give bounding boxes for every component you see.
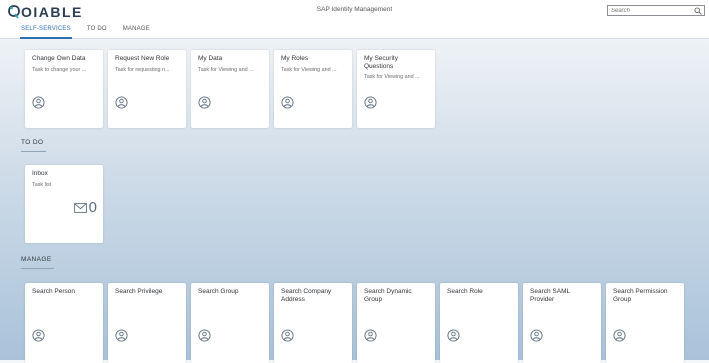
tile-title: My Roles: [281, 55, 309, 62]
tile-title: Search Privilege: [115, 288, 163, 295]
tile-search-role[interactable]: Search Role: [440, 283, 518, 363]
tile-title: Change Own Data: [32, 55, 86, 62]
person-icon: [364, 329, 377, 342]
tile-subtitle: Task for Viewing and ...: [198, 67, 254, 73]
tile-title: Request New Role: [115, 55, 170, 62]
tile-title: Search Company Address: [281, 288, 332, 303]
tile-my-roles[interactable]: My Roles Task for Viewing and ...: [274, 50, 352, 128]
tile-search-permission-group[interactable]: Search Permission Group: [606, 283, 684, 363]
section-divider: [21, 151, 46, 152]
search-input[interactable]: [611, 6, 691, 15]
person-icon: [364, 96, 377, 109]
tile-subtitle: Task for requesting n...: [115, 67, 170, 73]
tab-self-services[interactable]: SELF-SERVICES: [20, 24, 72, 39]
tile-request-new-role[interactable]: Request New Role Task for requesting n..…: [108, 50, 186, 128]
tile-title: Inbox: [32, 170, 48, 177]
person-icon: [198, 96, 211, 109]
tile-search-group[interactable]: Search Group: [191, 283, 269, 363]
tab-manage[interactable]: MANAGE: [122, 24, 151, 37]
person-icon: [198, 329, 211, 342]
tile-my-data[interactable]: My Data Task for Viewing and ...: [191, 50, 269, 128]
inbox-count-group: 0: [73, 199, 97, 216]
tile-title: Search Dynamic Group: [364, 288, 412, 303]
tile-subtitle: Task for Viewing and ...: [281, 67, 337, 73]
search-box[interactable]: [607, 5, 705, 16]
tile-title: Search Permission Group: [613, 288, 668, 303]
tile-title: My Security Questions: [364, 55, 398, 70]
person-icon: [32, 329, 45, 342]
tile-search-person[interactable]: Search Person: [25, 283, 103, 363]
tile-title: Search SAML Provider: [530, 288, 570, 303]
tile-my-security-questions[interactable]: My Security Questions Task for Viewing a…: [357, 50, 435, 128]
section-divider: [21, 268, 54, 269]
person-icon: [530, 329, 543, 342]
tile-inbox[interactable]: Inbox Task list 0: [25, 165, 103, 243]
tile-search-saml-provider[interactable]: Search SAML Provider: [523, 283, 601, 363]
tile-title: Search Person: [32, 288, 75, 295]
envelope-icon: [73, 202, 87, 213]
shell-header: OIABLE SAP Identity Management SELF-SERV…: [0, 0, 709, 39]
tile-search-company-address[interactable]: Search Company Address: [274, 283, 352, 363]
tile-title: My Data: [198, 55, 223, 62]
tile-search-dynamic-group[interactable]: Search Dynamic Group: [357, 283, 435, 363]
person-icon: [447, 329, 460, 342]
tile-subtitle: Task for Viewing and ...: [364, 74, 420, 80]
tile-title: Search Role: [447, 288, 483, 295]
person-icon: [613, 329, 626, 342]
person-icon: [32, 96, 45, 109]
tile-subtitle: Task to change your ...: [32, 67, 87, 73]
tile-search-privilege[interactable]: Search Privilege: [108, 283, 186, 363]
section-title-manage: MANAGE: [21, 256, 52, 263]
tab-to-do[interactable]: TO DO: [86, 24, 108, 37]
tile-subtitle: Task list: [32, 182, 52, 188]
person-icon: [115, 329, 128, 342]
search-icon[interactable]: [694, 7, 702, 15]
person-icon: [281, 329, 294, 342]
section-title-to-do: TO DO: [21, 139, 44, 146]
app-title: SAP Identity Management: [316, 6, 393, 13]
tile-title: Search Group: [198, 288, 239, 295]
tab-bar: SELF-SERVICES TO DO MANAGE: [20, 24, 151, 39]
person-icon: [115, 96, 128, 109]
inbox-count: 0: [88, 199, 97, 216]
person-icon: [281, 96, 294, 109]
tile-change-own-data[interactable]: Change Own Data Task to change your ...: [25, 50, 103, 128]
